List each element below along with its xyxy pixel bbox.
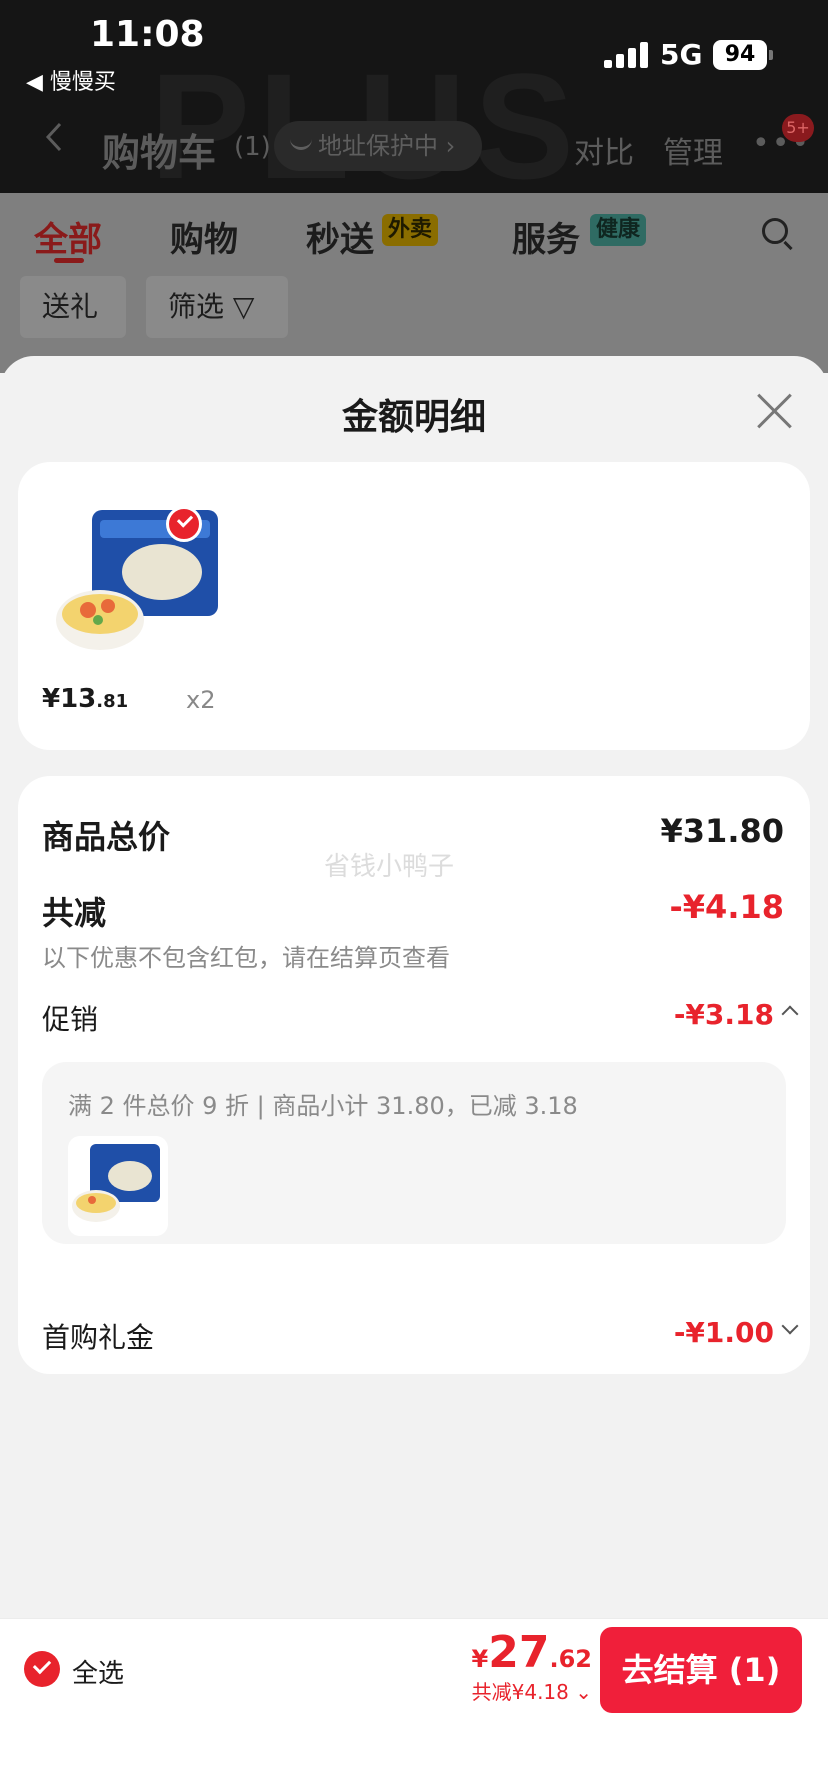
- tab-all-underline: [54, 258, 84, 263]
- page-title: 购物车: [102, 131, 217, 175]
- chevron-down-icon[interactable]: [781, 1317, 799, 1335]
- filter-chip[interactable]: 筛选 ▽: [146, 276, 288, 338]
- discount-value: -¥4.18: [669, 888, 785, 926]
- checkout-button[interactable]: 去结算 (1): [600, 1627, 802, 1713]
- more-badge: 5+: [782, 114, 814, 142]
- price-breakdown-card: 商品总价 ¥31.80 省钱小鸭子 共减 -¥4.18 以下优惠不包含红包，请在…: [18, 776, 810, 1374]
- selected-check-icon[interactable]: [166, 506, 202, 542]
- status-time: 11:08: [90, 14, 205, 55]
- network-type: 5G: [660, 38, 703, 71]
- product-price-main: ¥13: [42, 684, 97, 714]
- tab-instant[interactable]: 秒送: [306, 212, 374, 261]
- discount-note: 以下优惠不包含红包，请在结算页查看: [42, 944, 450, 972]
- tab-service[interactable]: 服务: [512, 212, 580, 261]
- promotion-product-thumbnail[interactable]: [68, 1136, 168, 1236]
- manage-button[interactable]: 管理: [663, 128, 723, 172]
- select-all-check-icon[interactable]: [24, 1651, 60, 1687]
- total-price-value: ¥31.80: [660, 812, 784, 850]
- compare-button[interactable]: 对比: [574, 128, 634, 172]
- address-protection-label: 地址保护中 ›: [318, 132, 456, 160]
- product-price: ¥13.81: [42, 684, 128, 714]
- promotion-label[interactable]: 促销: [42, 998, 98, 1038]
- promotion-detail-box: 满 2 件总价 9 折 | 商品小计 31.80，已减 3.18: [42, 1062, 786, 1244]
- health-tag: 健康: [590, 214, 647, 246]
- total-main: 27: [488, 1627, 550, 1678]
- sheet-title: 金额明细: [341, 397, 486, 438]
- total-yen: ¥: [471, 1645, 489, 1673]
- product-card: ¥13.81 x2: [18, 462, 810, 750]
- back-to-app-link[interactable]: ◀ 慢慢买: [26, 64, 116, 96]
- total-saved-toggle[interactable]: 共减¥4.18 ⌄: [472, 1676, 592, 1705]
- home-indicator-area: [0, 1718, 828, 1792]
- tab-shopping[interactable]: 购物: [170, 212, 238, 261]
- checkout-total: ¥27.62 共减¥4.18 ⌄: [472, 1627, 592, 1705]
- cart-header: PLUS 11:08 ◀ 慢慢买 5G 94 购物车 (1) 地址保护中 › 对…: [0, 0, 828, 193]
- address-protection-pill[interactable]: 地址保护中 ›: [274, 121, 482, 171]
- smile-icon: [290, 138, 312, 150]
- first-purchase-gift-value[interactable]: -¥1.00: [674, 1316, 774, 1349]
- chevron-up-icon[interactable]: [781, 1005, 799, 1023]
- watermark: 省钱小鸭子: [324, 852, 455, 882]
- product-quantity: x2: [186, 686, 216, 714]
- product-price-cents: .81: [96, 691, 129, 712]
- promotion-value[interactable]: -¥3.18: [674, 998, 774, 1031]
- amount-detail-sheet: 金额明细 ¥13.81 x2 商品总价 ¥31.80 省钱小鸭子 共减 -¥4.…: [0, 356, 828, 1792]
- total-cents: .62: [549, 1645, 592, 1673]
- takeout-tag: 外卖: [382, 214, 439, 246]
- gift-chip[interactable]: 送礼: [20, 276, 126, 338]
- search-icon[interactable]: [762, 218, 788, 244]
- tab-all[interactable]: 全部: [34, 212, 102, 261]
- close-icon[interactable]: [754, 390, 796, 432]
- cart-count: (1): [234, 132, 271, 162]
- signal-icon: [604, 42, 648, 68]
- noodle-product-image[interactable]: [52, 502, 232, 662]
- back-arrow-icon[interactable]: [40, 122, 70, 152]
- checkout-bar: 全选 ¥27.62 共减¥4.18 ⌄ 去结算 (1): [0, 1618, 828, 1718]
- select-all-label[interactable]: 全选: [72, 1653, 124, 1690]
- battery-icon: 94: [713, 40, 773, 70]
- total-amount: ¥27.62: [472, 1627, 592, 1678]
- discount-label: 共减: [42, 894, 107, 932]
- promotion-description: 满 2 件总价 9 折 | 商品小计 31.80，已减 3.18: [68, 1092, 578, 1120]
- total-price-label: 商品总价: [42, 818, 171, 856]
- first-purchase-gift-label[interactable]: 首购礼金: [42, 1316, 154, 1356]
